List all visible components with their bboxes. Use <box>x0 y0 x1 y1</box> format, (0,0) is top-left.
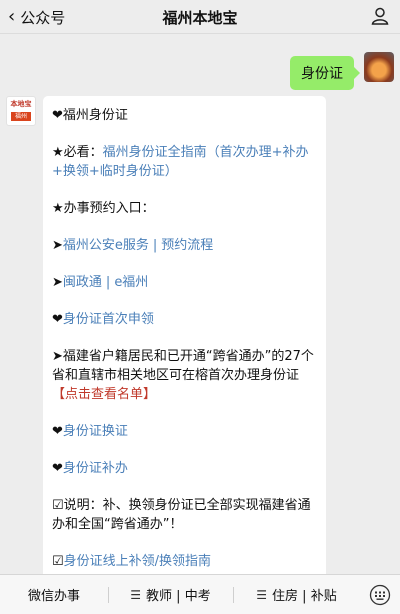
account-avatar[interactable]: 本地宝 福州 <box>6 96 36 126</box>
person-icon[interactable] <box>370 6 390 26</box>
bottom-menu-bar: 微信办事 ☰ 教师 | 中考 ☰ 住房 | 补贴 <box>0 574 400 614</box>
hamburger-icon: ☰ <box>256 587 268 602</box>
account-logo-tag: 福州 <box>10 112 31 121</box>
menu-tab-label: 住房 | 补贴 <box>272 589 337 604</box>
keyboard-icon <box>369 584 391 605</box>
top-bar: ‹ 公众号 福州本地宝 <box>0 0 400 34</box>
back-label: 公众号 <box>20 8 66 27</box>
view-list-link[interactable]: 【点击查看名单】 <box>52 387 156 402</box>
first-application-link[interactable]: 身份证首次申领 <box>63 312 154 327</box>
chevron-left-icon: ‹ <box>8 6 16 27</box>
link-separator: | <box>152 238 158 253</box>
msg-online-guide: ☑身份证线上补领/换领指南 <box>52 552 317 571</box>
account-logo-text: 本地宝 <box>10 100 32 108</box>
page-title: 福州本地宝 <box>162 9 238 27</box>
menu-tab-wechat-service[interactable]: 微信办事 <box>0 575 108 614</box>
checkbox-icon: ☑ <box>52 554 64 569</box>
my-avatar[interactable] <box>364 52 394 82</box>
msg-first-application: ❤身份证首次申领 <box>52 310 317 329</box>
heart-icon: ❤ <box>52 312 63 327</box>
msg-appointment-heading: ★办事预约入口： <box>52 201 155 216</box>
id-replacement-link[interactable]: 身份证补办 <box>63 461 128 476</box>
online-guide-link[interactable]: 身份证线上补领/换领指南 <box>64 554 211 569</box>
heart-icon: ❤ <box>52 461 63 476</box>
must-read-label: ★必看： <box>52 145 103 160</box>
menu-tab-label: 微信办事 <box>27 589 80 604</box>
arrow-icon: ➤ <box>52 238 63 253</box>
msg-appointment-links: ➤福州公安e服务 | 预约流程 <box>52 236 317 255</box>
reply-message-card: ❤福州身份证 ★必看：福州身份证全指南（首次办理+补办+换领+临时身份证） ★办… <box>43 96 326 586</box>
keyboard-toggle-button[interactable] <box>360 575 400 614</box>
menu-tab-label: 教师 | 中考 <box>146 589 211 604</box>
back-button[interactable]: ‹ 公众号 <box>8 6 65 28</box>
menu-tab-teacher-exam[interactable]: ☰ 教师 | 中考 <box>108 575 233 614</box>
id-renewal-link[interactable]: 身份证换证 <box>63 424 128 439</box>
minzhengtong-link[interactable]: 闽政通 <box>63 275 102 290</box>
arrow-icon: ➤ <box>52 275 63 290</box>
appointment-process-link[interactable]: 预约流程 <box>161 238 213 253</box>
heart-icon: ❤ <box>52 424 63 439</box>
msg-app-links: ➤闽政通 | e福州 <box>52 273 317 292</box>
menu-tab-housing-subsidy[interactable]: ☰ 住房 | 补贴 <box>233 575 360 614</box>
e-fuzhou-link[interactable]: e福州 <box>114 275 148 290</box>
link-separator: | <box>105 275 111 290</box>
msg-heading: ❤福州身份证 <box>52 108 128 123</box>
outgoing-message-row: 身份证 <box>290 52 394 90</box>
outgoing-message-bubble[interactable]: 身份证 <box>290 56 360 90</box>
cross-province-text: ➤福建省户籍居民和已开通“跨省通办”的27个省和直辖市相关地区可在榕首次办理身份… <box>52 349 314 383</box>
msg-cross-province: ➤福建省户籍居民和已开通“跨省通办”的27个省和直辖市相关地区可在榕首次办理身份… <box>52 347 317 404</box>
msg-note: ☑说明：补、换领身份证已全部实现福建省通办和全国“跨省通办”！ <box>52 498 311 532</box>
msg-renewal: ❤身份证换证 <box>52 422 317 441</box>
fuzhou-police-eservice-link[interactable]: 福州公安e服务 <box>63 238 149 253</box>
msg-replacement: ❤身份证补办 <box>52 459 317 478</box>
msg-must-read: ★必看：福州身份证全指南（首次办理+补办+换领+临时身份证） <box>52 143 317 181</box>
hamburger-icon: ☰ <box>130 587 142 602</box>
